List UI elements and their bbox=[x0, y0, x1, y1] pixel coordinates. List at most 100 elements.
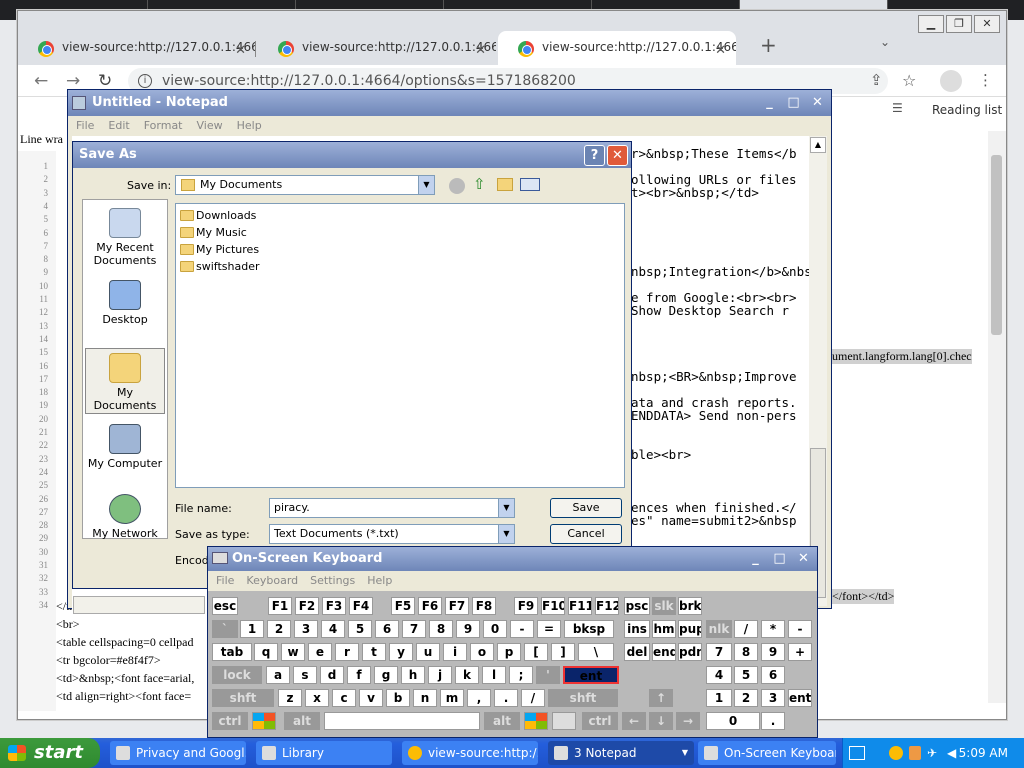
osk-key[interactable]: i bbox=[443, 643, 467, 661]
osk-key[interactable]: j bbox=[428, 666, 452, 684]
osk-key[interactable]: 9 bbox=[456, 620, 480, 638]
close-tab-icon[interactable]: ✕ bbox=[235, 39, 246, 63]
osk-key[interactable]: slk bbox=[652, 597, 676, 615]
share-icon[interactable]: ⇪ bbox=[870, 71, 883, 89]
osk-key[interactable]: b bbox=[386, 689, 410, 707]
osk-key[interactable]: g bbox=[374, 666, 398, 684]
osk-key[interactable]: z bbox=[278, 689, 302, 707]
osk-key[interactable]: F2 bbox=[295, 597, 319, 615]
osk-key[interactable]: / bbox=[734, 620, 758, 638]
close-window-icon[interactable]: ✕ bbox=[974, 15, 1000, 33]
osk-key[interactable]: 9 bbox=[761, 643, 785, 661]
osk-key[interactable]: + bbox=[788, 643, 812, 661]
osk-key[interactable]: F11 bbox=[568, 597, 592, 615]
arrow-down-icon[interactable]: ↓ bbox=[649, 712, 673, 730]
osk-key[interactable]: 4 bbox=[706, 666, 732, 684]
osk-key[interactable]: k bbox=[455, 666, 479, 684]
taskbar-item-active[interactable]: 3 Notepad ▼ bbox=[548, 741, 694, 765]
profile-avatar[interactable] bbox=[940, 70, 962, 92]
osk-key[interactable]: s bbox=[293, 666, 317, 684]
osk-key[interactable]: ; bbox=[509, 666, 533, 684]
list-item[interactable]: My Music bbox=[178, 226, 247, 239]
osk-key[interactable]: F12 bbox=[595, 597, 619, 615]
osk-key[interactable]: alt bbox=[284, 712, 320, 730]
osk-key[interactable]: del bbox=[624, 643, 650, 661]
osk-key[interactable]: . bbox=[494, 689, 518, 707]
osk-key[interactable]: pup bbox=[678, 620, 702, 638]
menu-file[interactable]: File bbox=[216, 574, 234, 587]
tab-search-icon[interactable]: ⌄ bbox=[880, 35, 890, 49]
osk-key[interactable]: 0 bbox=[706, 712, 760, 730]
osk-key[interactable]: y bbox=[389, 643, 413, 661]
taskbar-item[interactable]: view-source:http:/... bbox=[402, 741, 538, 765]
close-icon[interactable]: ✕ bbox=[807, 93, 828, 114]
chevron-down-icon[interactable]: ▼ bbox=[682, 741, 688, 765]
close-icon[interactable]: ✕ bbox=[793, 549, 814, 570]
osk-key[interactable]: F9 bbox=[514, 597, 538, 615]
osk-key[interactable]: bksp bbox=[564, 620, 614, 638]
taskbar-item[interactable]: Privacy and Googl... bbox=[110, 741, 246, 765]
osk-key[interactable]: ctrl bbox=[582, 712, 618, 730]
taskbar-item[interactable]: Library bbox=[256, 741, 392, 765]
osk-key[interactable]: F8 bbox=[472, 597, 496, 615]
osk-key[interactable]: shft bbox=[212, 689, 274, 707]
info-icon[interactable]: i bbox=[138, 74, 152, 88]
osk-key[interactable]: 3 bbox=[294, 620, 318, 638]
osk-key[interactable]: - bbox=[788, 620, 812, 638]
osk-key[interactable]: 1 bbox=[706, 689, 732, 707]
reading-list-button[interactable]: Reading list bbox=[932, 103, 1002, 117]
osk-key[interactable]: p bbox=[497, 643, 521, 661]
osk-key[interactable]: o bbox=[470, 643, 494, 661]
osk-key[interactable]: 0 bbox=[483, 620, 507, 638]
osk-key[interactable]: F7 bbox=[445, 597, 469, 615]
osk-key[interactable]: hm bbox=[652, 620, 676, 638]
osk-key[interactable]: ' bbox=[536, 666, 560, 684]
osk-key[interactable]: l bbox=[482, 666, 506, 684]
help-button[interactable]: ? bbox=[584, 145, 605, 166]
scrollbar-thumb[interactable] bbox=[991, 155, 1002, 335]
close-tab-icon[interactable]: ✕ bbox=[475, 39, 486, 63]
osk-key[interactable]: brk bbox=[678, 597, 702, 615]
osk-key[interactable]: 7 bbox=[402, 620, 426, 638]
save-button[interactable]: Save bbox=[550, 498, 622, 518]
volume-icon[interactable]: ◀ bbox=[947, 738, 956, 768]
maximize-icon[interactable]: □ bbox=[783, 93, 804, 114]
back-icon[interactable] bbox=[449, 178, 465, 194]
file-name-field[interactable]: piracy. ▼ bbox=[269, 498, 515, 518]
chrome-tab[interactable]: view-source:http://127.0.0.1:4664/ ✕ bbox=[18, 31, 256, 65]
views-menu-icon[interactable] bbox=[520, 178, 540, 191]
menu-format[interactable]: Format bbox=[144, 119, 183, 132]
osk-key[interactable]: r bbox=[335, 643, 359, 661]
close-tab-icon[interactable]: ✕ bbox=[715, 39, 726, 63]
osk-key[interactable]: F3 bbox=[322, 597, 346, 615]
osk-key[interactable]: x bbox=[305, 689, 329, 707]
menu-settings[interactable]: Settings bbox=[310, 574, 355, 587]
osk-key[interactable]: alt bbox=[484, 712, 520, 730]
chevron-down-icon[interactable]: ▼ bbox=[498, 525, 514, 543]
menu-view[interactable]: View bbox=[197, 119, 223, 132]
place-desktop[interactable]: Desktop bbox=[85, 280, 165, 326]
place-my-computer[interactable]: My Computer bbox=[85, 424, 165, 470]
minimize-icon[interactable]: ▁ bbox=[918, 15, 944, 33]
windows-key-icon[interactable] bbox=[252, 712, 276, 730]
osk-key[interactable]: psc bbox=[624, 597, 650, 615]
osk-key[interactable]: . bbox=[761, 712, 785, 730]
osk-key[interactable]: esc bbox=[212, 597, 238, 615]
menu-keyboard[interactable]: Keyboard bbox=[246, 574, 298, 587]
arrow-up-icon[interactable]: ↑ bbox=[649, 689, 673, 707]
forward-icon[interactable]: → bbox=[66, 71, 80, 91]
hscrollbar[interactable] bbox=[73, 596, 205, 614]
back-icon[interactable]: ← bbox=[34, 71, 48, 91]
osk-key[interactable]: 4 bbox=[321, 620, 345, 638]
minimize-icon[interactable]: _ bbox=[745, 549, 766, 570]
osk-key[interactable]: \ bbox=[578, 643, 614, 661]
osk-key[interactable]: pdn bbox=[678, 643, 702, 661]
list-item[interactable]: swiftshader bbox=[178, 260, 260, 273]
minimize-icon[interactable]: _ bbox=[759, 93, 780, 114]
place-recent[interactable]: My Recent Documents bbox=[85, 208, 165, 267]
bookmark-star-icon[interactable]: ☆ bbox=[902, 71, 916, 90]
chrome-tab[interactable]: view-source:http://127.0.0.1:4664/ ✕ bbox=[258, 31, 496, 65]
save-type-dropdown[interactable]: Text Documents (*.txt) ▼ bbox=[269, 524, 515, 544]
osk-key[interactable]: u bbox=[416, 643, 440, 661]
list-item[interactable]: Downloads bbox=[178, 209, 256, 222]
